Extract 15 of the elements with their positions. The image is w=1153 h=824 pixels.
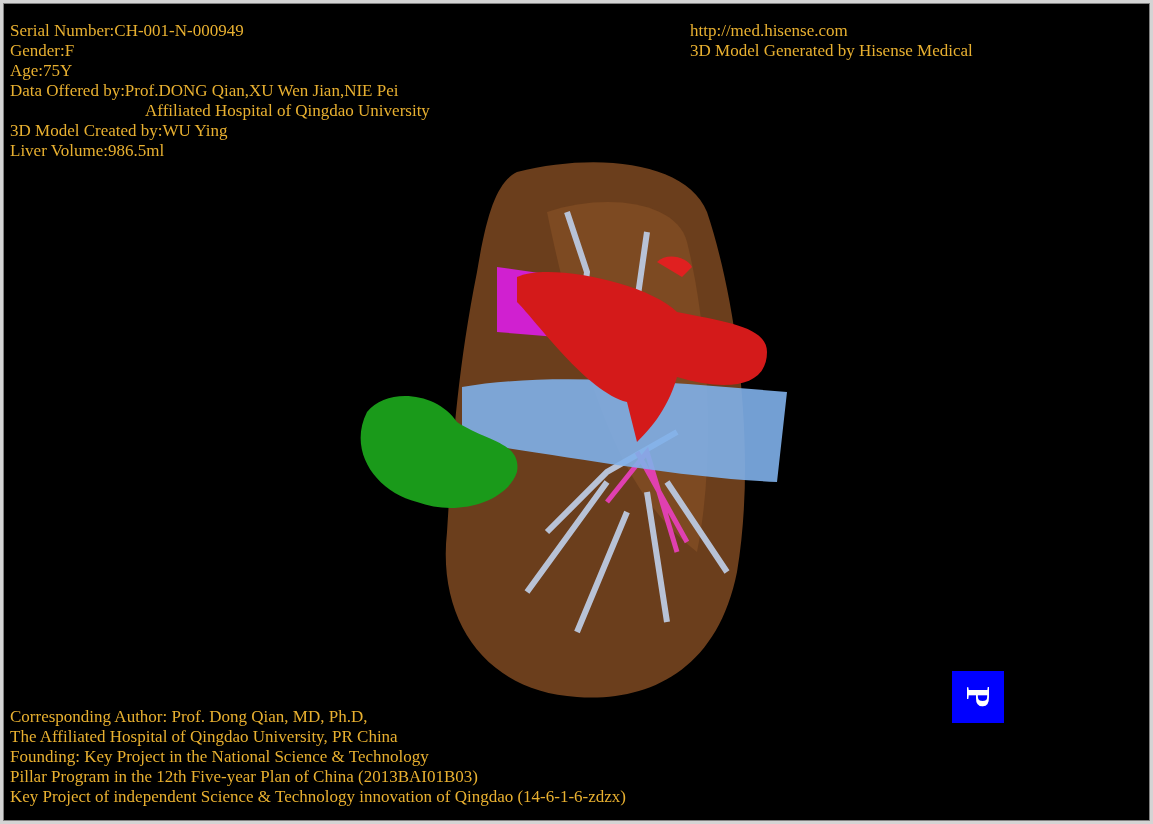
info-text: Data Offered by:Prof.DONG Qian,XU Wen Jian,NIE Pei <box>10 81 400 101</box>
info-text: Pillar Program in the 12th Five-year Plan of China (2013BAI01B03) <box>10 767 479 787</box>
info-text: Founding: Key Project in the National Science & Technology <box>10 747 430 767</box>
info-text: Corresponding Author: Prof. Dong Qian, MD, Ph.D, <box>10 707 369 727</box>
info-text: Key Project of independent Science & Technology innovation of Qingdao (14-6-1-6-zdzx) <box>10 787 626 807</box>
info-text: Affiliated Hospital of Qingdao University <box>144 101 430 121</box>
info-text: 3D Model Created by:WU Ying <box>10 121 229 141</box>
info-text: Age:75Y <box>10 61 74 81</box>
info-text: http://med.hisense.com <box>690 21 849 41</box>
info-text: Liver Volume:986.5ml <box>10 141 166 161</box>
orientation-marker: P <box>952 671 1004 723</box>
info-text: Serial Number:CH-001-N-000949 <box>10 21 245 41</box>
info-text: Gender:F <box>10 41 76 61</box>
info-text: The Affiliated Hospital of Qingdao University, PR China <box>10 727 399 747</box>
info-text: 3D Model Generated by Hisense Medical <box>690 41 973 61</box>
